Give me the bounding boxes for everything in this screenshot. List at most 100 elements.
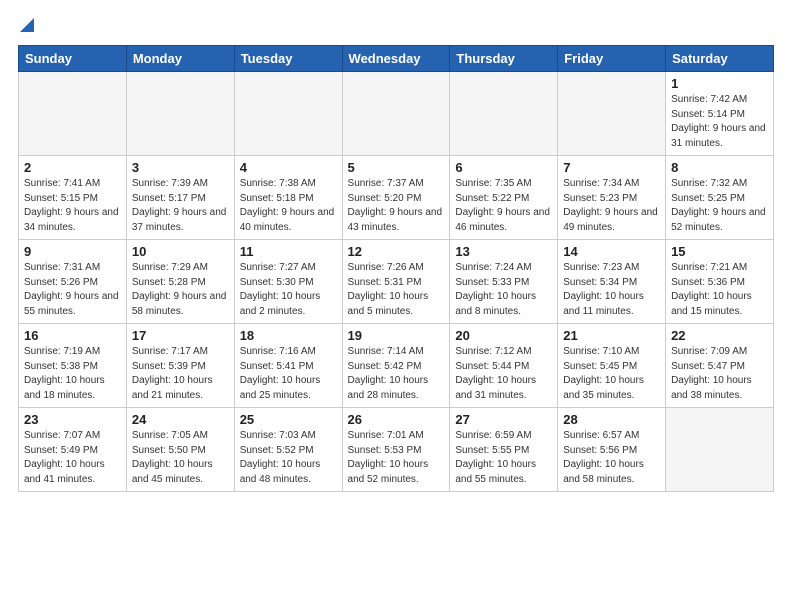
day-number: 17 bbox=[132, 328, 229, 343]
calendar-cell: 25 Sunrise: 7:03 AM Sunset: 5:52 PM Dayli… bbox=[234, 408, 342, 492]
calendar-cell: 23 Sunrise: 7:07 AM Sunset: 5:49 PM Dayli… bbox=[19, 408, 127, 492]
col-header-thursday: Thursday bbox=[450, 46, 558, 72]
calendar-cell: 8 Sunrise: 7:32 AM Sunset: 5:25 PM Daylig… bbox=[666, 156, 774, 240]
calendar-cell: 15Sunrise: 7:21 AM Sunset: 5:36 PM Dayli… bbox=[666, 240, 774, 324]
day-number: 18 bbox=[240, 328, 337, 343]
calendar-cell bbox=[342, 72, 450, 156]
day-detail: Sunrise: 7:31 AM Sunset: 5:26 PM Dayligh… bbox=[24, 261, 121, 319]
day-number: 6 bbox=[455, 160, 552, 175]
day-number: 7 bbox=[563, 160, 660, 175]
day-detail: Sunrise: 7:37 AM Sunset: 5:20 PM Dayligh… bbox=[348, 177, 445, 235]
calendar-cell: 14 Sunrise: 7:23 AM Sunset: 5:34 PM Dayli… bbox=[558, 240, 666, 324]
calendar-cell bbox=[666, 408, 774, 492]
day-detail: Sunrise: 7:10 AM Sunset: 5:45 PM Dayligh… bbox=[563, 345, 660, 403]
day-detail: Sunrise: 7:05 AM Sunset: 5:50 PM Dayligh… bbox=[132, 429, 229, 487]
calendar-cell: 9 Sunrise: 7:31 AM Sunset: 5:26 PM Daylig… bbox=[19, 240, 127, 324]
day-number: 27 bbox=[455, 412, 552, 427]
day-number: 1 bbox=[671, 76, 768, 91]
day-number: 22 bbox=[671, 328, 768, 343]
day-number: 19 bbox=[348, 328, 445, 343]
logo bbox=[18, 18, 34, 37]
calendar-week-row: 16 Sunrise: 7:19 AM Sunset: 5:38 PM Dayli… bbox=[19, 324, 774, 408]
day-number: 2 bbox=[24, 160, 121, 175]
calendar-cell: 16 Sunrise: 7:19 AM Sunset: 5:38 PM Dayli… bbox=[19, 324, 127, 408]
calendar-cell: 6 Sunrise: 7:35 AM Sunset: 5:22 PM Daylig… bbox=[450, 156, 558, 240]
calendar-week-row: 1 Sunrise: 7:42 AM Sunset: 5:14 PM Daylig… bbox=[19, 72, 774, 156]
day-detail: Sunrise: 7:29 AM Sunset: 5:28 PM Dayligh… bbox=[132, 261, 229, 319]
calendar-cell bbox=[234, 72, 342, 156]
calendar-cell bbox=[450, 72, 558, 156]
calendar-table: SundayMondayTuesdayWednesdayThursdayFrid… bbox=[18, 45, 774, 492]
day-detail: Sunrise: 7:21 AM Sunset: 5:36 PM Dayligh… bbox=[671, 261, 768, 319]
day-detail: Sunrise: 7:34 AM Sunset: 5:23 PM Dayligh… bbox=[563, 177, 660, 235]
calendar-cell: 4 Sunrise: 7:38 AM Sunset: 5:18 PM Daylig… bbox=[234, 156, 342, 240]
calendar-cell: 27 Sunrise: 6:59 AM Sunset: 5:55 PM Dayli… bbox=[450, 408, 558, 492]
col-header-tuesday: Tuesday bbox=[234, 46, 342, 72]
day-detail: Sunrise: 7:35 AM Sunset: 5:22 PM Dayligh… bbox=[455, 177, 552, 235]
calendar-cell: 13Sunrise: 7:24 AM Sunset: 5:33 PM Dayli… bbox=[450, 240, 558, 324]
day-detail: Sunrise: 7:41 AM Sunset: 5:15 PM Dayligh… bbox=[24, 177, 121, 235]
calendar-cell: 26 Sunrise: 7:01 AM Sunset: 5:53 PM Dayli… bbox=[342, 408, 450, 492]
day-detail: Sunrise: 6:57 AM Sunset: 5:56 PM Dayligh… bbox=[563, 429, 660, 487]
calendar-cell: 11 Sunrise: 7:27 AM Sunset: 5:30 PM Dayli… bbox=[234, 240, 342, 324]
calendar-header-row: SundayMondayTuesdayWednesdayThursdayFrid… bbox=[19, 46, 774, 72]
day-number: 23 bbox=[24, 412, 121, 427]
calendar-cell: 22 Sunrise: 7:09 AM Sunset: 5:47 PM Dayli… bbox=[666, 324, 774, 408]
day-number: 28 bbox=[563, 412, 660, 427]
calendar-cell: 19 Sunrise: 7:14 AM Sunset: 5:42 PM Dayli… bbox=[342, 324, 450, 408]
col-header-friday: Friday bbox=[558, 46, 666, 72]
day-number: 5 bbox=[348, 160, 445, 175]
day-number: 11 bbox=[240, 244, 337, 259]
col-header-monday: Monday bbox=[126, 46, 234, 72]
calendar-cell: 3Sunrise: 7:39 AM Sunset: 5:17 PM Daylig… bbox=[126, 156, 234, 240]
calendar-week-row: 23 Sunrise: 7:07 AM Sunset: 5:49 PM Dayli… bbox=[19, 408, 774, 492]
col-header-wednesday: Wednesday bbox=[342, 46, 450, 72]
day-number: 26 bbox=[348, 412, 445, 427]
calendar-cell bbox=[19, 72, 127, 156]
day-detail: Sunrise: 7:07 AM Sunset: 5:49 PM Dayligh… bbox=[24, 429, 121, 487]
calendar-cell: 7 Sunrise: 7:34 AM Sunset: 5:23 PM Daylig… bbox=[558, 156, 666, 240]
day-number: 9 bbox=[24, 244, 121, 259]
logo-arrow-icon bbox=[20, 18, 34, 32]
day-number: 8 bbox=[671, 160, 768, 175]
day-detail: Sunrise: 7:14 AM Sunset: 5:42 PM Dayligh… bbox=[348, 345, 445, 403]
day-detail: Sunrise: 7:39 AM Sunset: 5:17 PM Dayligh… bbox=[132, 177, 229, 235]
day-detail: Sunrise: 7:03 AM Sunset: 5:52 PM Dayligh… bbox=[240, 429, 337, 487]
calendar-cell bbox=[126, 72, 234, 156]
calendar-cell: 18 Sunrise: 7:16 AM Sunset: 5:41 PM Dayli… bbox=[234, 324, 342, 408]
calendar-cell: 5 Sunrise: 7:37 AM Sunset: 5:20 PM Daylig… bbox=[342, 156, 450, 240]
day-detail: Sunrise: 6:59 AM Sunset: 5:55 PM Dayligh… bbox=[455, 429, 552, 487]
day-number: 24 bbox=[132, 412, 229, 427]
day-detail: Sunrise: 7:23 AM Sunset: 5:34 PM Dayligh… bbox=[563, 261, 660, 319]
calendar-cell: 12 Sunrise: 7:26 AM Sunset: 5:31 PM Dayli… bbox=[342, 240, 450, 324]
calendar-cell: 10Sunrise: 7:29 AM Sunset: 5:28 PM Dayli… bbox=[126, 240, 234, 324]
day-number: 4 bbox=[240, 160, 337, 175]
calendar-cell: 2 Sunrise: 7:41 AM Sunset: 5:15 PM Daylig… bbox=[19, 156, 127, 240]
day-number: 16 bbox=[24, 328, 121, 343]
day-detail: Sunrise: 7:19 AM Sunset: 5:38 PM Dayligh… bbox=[24, 345, 121, 403]
col-header-sunday: Sunday bbox=[19, 46, 127, 72]
day-number: 12 bbox=[348, 244, 445, 259]
day-detail: Sunrise: 7:12 AM Sunset: 5:44 PM Dayligh… bbox=[455, 345, 552, 403]
calendar-cell: 20Sunrise: 7:12 AM Sunset: 5:44 PM Dayli… bbox=[450, 324, 558, 408]
calendar-week-row: 2 Sunrise: 7:41 AM Sunset: 5:15 PM Daylig… bbox=[19, 156, 774, 240]
calendar-week-row: 9 Sunrise: 7:31 AM Sunset: 5:26 PM Daylig… bbox=[19, 240, 774, 324]
day-detail: Sunrise: 7:26 AM Sunset: 5:31 PM Dayligh… bbox=[348, 261, 445, 319]
day-detail: Sunrise: 7:38 AM Sunset: 5:18 PM Dayligh… bbox=[240, 177, 337, 235]
day-detail: Sunrise: 7:24 AM Sunset: 5:33 PM Dayligh… bbox=[455, 261, 552, 319]
day-detail: Sunrise: 7:27 AM Sunset: 5:30 PM Dayligh… bbox=[240, 261, 337, 319]
calendar-cell: 17Sunrise: 7:17 AM Sunset: 5:39 PM Dayli… bbox=[126, 324, 234, 408]
day-number: 21 bbox=[563, 328, 660, 343]
day-detail: Sunrise: 7:01 AM Sunset: 5:53 PM Dayligh… bbox=[348, 429, 445, 487]
day-detail: Sunrise: 7:16 AM Sunset: 5:41 PM Dayligh… bbox=[240, 345, 337, 403]
col-header-saturday: Saturday bbox=[666, 46, 774, 72]
calendar-cell: 28 Sunrise: 6:57 AM Sunset: 5:56 PM Dayli… bbox=[558, 408, 666, 492]
day-number: 14 bbox=[563, 244, 660, 259]
calendar-cell: 1 Sunrise: 7:42 AM Sunset: 5:14 PM Daylig… bbox=[666, 72, 774, 156]
header bbox=[18, 18, 774, 37]
day-number: 25 bbox=[240, 412, 337, 427]
day-detail: Sunrise: 7:32 AM Sunset: 5:25 PM Dayligh… bbox=[671, 177, 768, 235]
day-detail: Sunrise: 7:09 AM Sunset: 5:47 PM Dayligh… bbox=[671, 345, 768, 403]
calendar-cell: 24 Sunrise: 7:05 AM Sunset: 5:50 PM Dayli… bbox=[126, 408, 234, 492]
day-detail: Sunrise: 7:42 AM Sunset: 5:14 PM Dayligh… bbox=[671, 93, 768, 151]
